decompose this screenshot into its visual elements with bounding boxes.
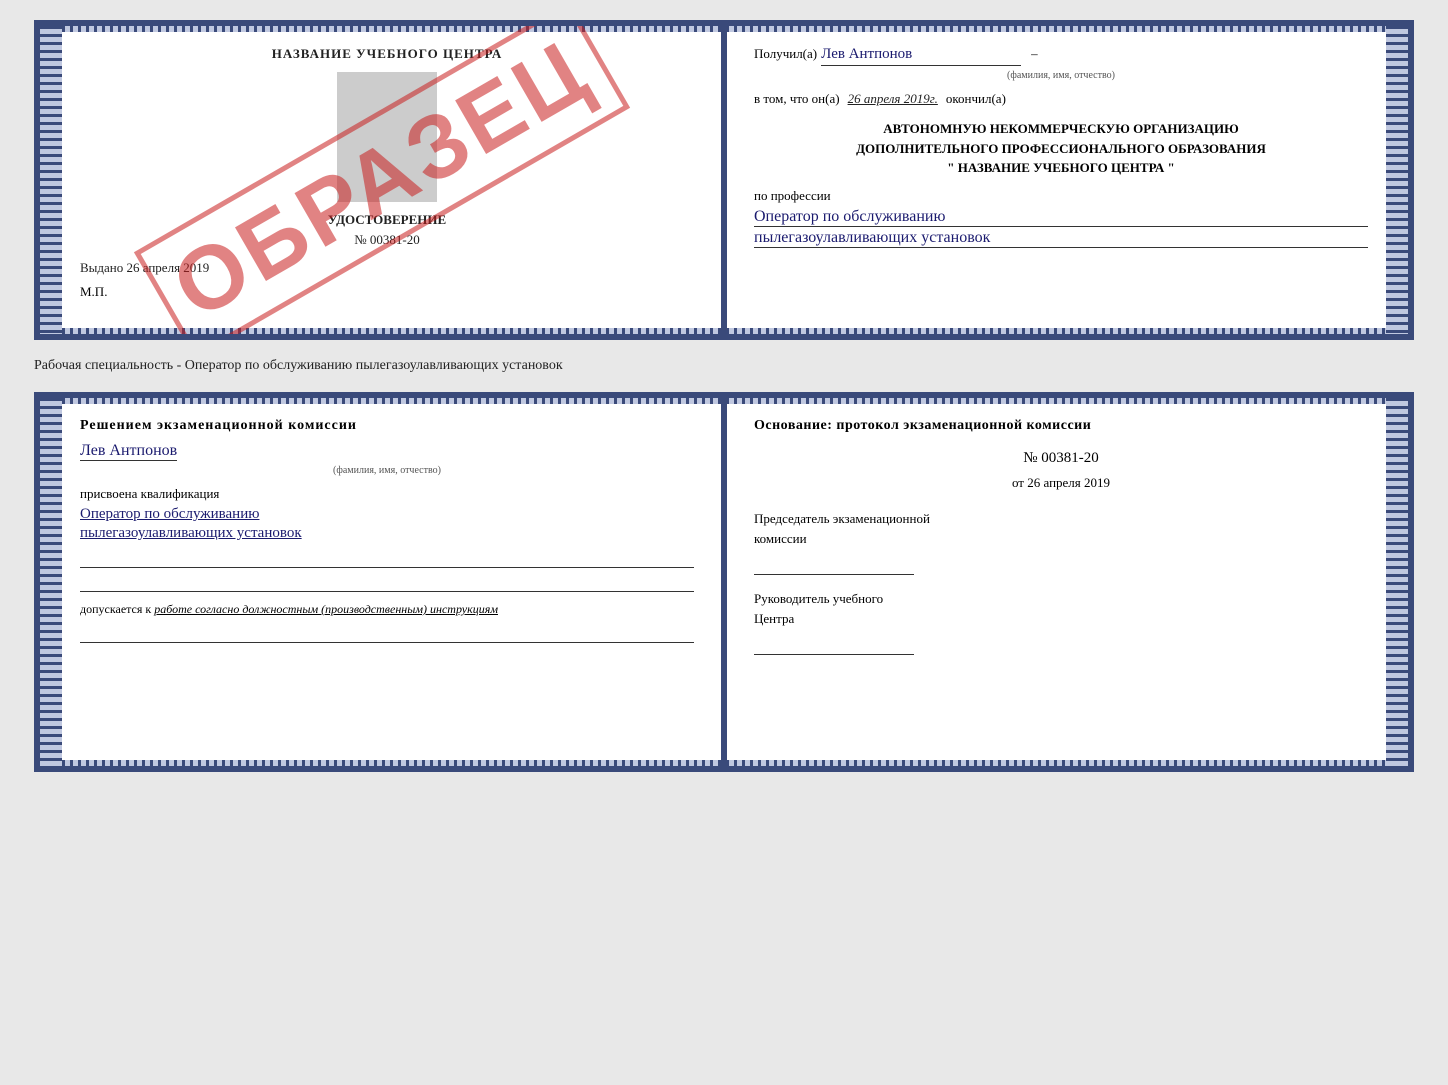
vydano-line: Выдано 26 апреля 2019: [80, 260, 694, 276]
completion-date: 26 апреля 2019г.: [848, 91, 938, 107]
bottom-certificate-book: Решением экзаменационной комиссии Лев Ан…: [34, 392, 1414, 772]
okonchil-label: окончил(а): [946, 91, 1006, 107]
resheniem-label: Решением экзаменационной комиссии: [80, 418, 694, 434]
predsedatel-sign-line: [754, 551, 914, 575]
dopuskaetsya-label: допускается к работе согласно должностны…: [80, 602, 694, 617]
rukovoditel-line1: Руководитель учебного: [754, 591, 1368, 607]
org-line1: АВТОНОМНУЮ НЕКОММЕРЧЕСКУЮ ОРГАНИЗАЦИЮ: [754, 119, 1368, 139]
ot-label: от: [1012, 475, 1024, 490]
top-certificate-book: НАЗВАНИЕ УЧЕБНОГО ЦЕНТРА УДОСТОВЕРЕНИЕ №…: [34, 20, 1414, 340]
po-professii-label: по профессии: [754, 188, 1368, 204]
poluchil-label: Получил(а): [754, 46, 817, 62]
cert-number-top: № 00381-20: [80, 232, 694, 248]
profession-line2: пылегазоулавливающих установок: [754, 229, 1368, 248]
blank-line-1: [80, 550, 694, 568]
predsedatel-line1: Председатель экзаменационной: [754, 511, 1368, 527]
ot-date: 26 апреля 2019: [1027, 475, 1110, 490]
komissia-name: Лев Антпонов: [80, 442, 177, 461]
recipient-name: Лев Антпонов: [821, 46, 1021, 66]
bottom-right-page: Основание: протокол экзаменационной коми…: [724, 398, 1408, 766]
org-name-line: " НАЗВАНИЕ УЧЕБНОГО ЦЕНТРА ": [754, 158, 1368, 178]
vydano-label: Выдано: [80, 260, 123, 275]
photo-placeholder: [337, 72, 437, 202]
document-wrapper: НАЗВАНИЕ УЧЕБНОГО ЦЕНТРА УДОСТОВЕРЕНИЕ №…: [34, 20, 1414, 772]
dopusk-text: работе согласно должностным (производств…: [154, 602, 498, 616]
poluchil-row: Получил(а) Лев Антпонов –: [754, 46, 1368, 66]
ot-date-row: от 26 апреля 2019: [754, 475, 1368, 491]
rukovoditel-line2: Центра: [754, 611, 1368, 627]
org-quote-close: ": [1168, 160, 1175, 175]
separator-text: Рабочая специальность - Оператор по обсл…: [34, 350, 1414, 382]
rukovoditel-sign-line: [754, 631, 914, 655]
fio-hint-top: (фамилия, имя, отчество): [754, 70, 1368, 81]
org-line2: ДОПОЛНИТЕЛЬНОГО ПРОФЕССИОНАЛЬНОГО ОБРАЗО…: [754, 139, 1368, 159]
spine-right-top: [1386, 26, 1408, 334]
prisvoena-label: присвоена квалификация: [80, 486, 694, 502]
spine-right-bottom: [1386, 398, 1408, 766]
mp-label: М.П.: [80, 284, 694, 300]
komissia-name-row: Лев Антпонов: [80, 442, 694, 463]
vydano-date: 26 апреля 2019: [127, 260, 210, 275]
profession-line1: Оператор по обслуживанию: [754, 208, 1368, 227]
left-page-top: НАЗВАНИЕ УЧЕБНОГО ЦЕНТРА УДОСТОВЕРЕНИЕ №…: [40, 26, 724, 334]
predsedatel-line2: комиссии: [754, 531, 1368, 547]
bottom-left-page: Решением экзаменационной комиссии Лев Ан…: [40, 398, 724, 766]
blank-line-3: [80, 625, 694, 643]
org-block: АВТОНОМНУЮ НЕКОММЕРЧЕСКУЮ ОРГАНИЗАЦИЮ ДО…: [754, 119, 1368, 178]
osnovanie-label: Основание: протокол экзаменационной коми…: [754, 418, 1368, 434]
training-center-title: НАЗВАНИЕ УЧЕБНОГО ЦЕНТРА: [80, 46, 694, 62]
dash-after-name: –: [1031, 46, 1038, 62]
udostoverenie-label: УДОСТОВЕРЕНИЕ: [80, 212, 694, 228]
dopusk-label: допускается к: [80, 602, 151, 616]
vtom-row: в том, что он(а) 26 апреля 2019г. окончи…: [754, 91, 1368, 107]
blank-line-2: [80, 574, 694, 592]
protocol-number-bottom: № 00381-20: [754, 450, 1368, 467]
right-page-top: Получил(а) Лев Антпонов – (фамилия, имя,…: [724, 26, 1408, 334]
vtom-label: в том, что он(а): [754, 91, 840, 107]
kval-line1: Оператор по обслуживанию: [80, 506, 694, 523]
kval-line2: пылегазоулавливающих установок: [80, 525, 694, 542]
fio-hint-bottom: (фамилия, имя, отчество): [80, 465, 694, 476]
org-quote-open: ": [947, 160, 954, 175]
org-name: НАЗВАНИЕ УЧЕБНОГО ЦЕНТРА: [958, 160, 1165, 175]
